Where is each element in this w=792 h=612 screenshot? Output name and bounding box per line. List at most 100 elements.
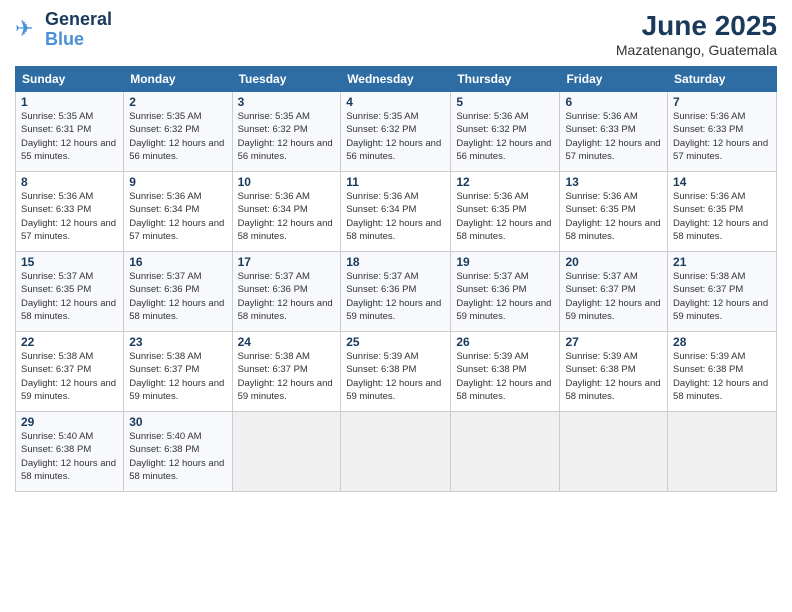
column-header-monday: Monday: [124, 67, 232, 92]
day-number: 7: [673, 95, 771, 109]
day-info: Sunrise: 5:40 AMSunset: 6:38 PMDaylight:…: [129, 430, 226, 483]
day-info: Sunrise: 5:38 AMSunset: 6:37 PMDaylight:…: [129, 350, 226, 403]
day-number: 24: [238, 335, 336, 349]
day-info: Sunrise: 5:38 AMSunset: 6:37 PMDaylight:…: [673, 270, 771, 323]
day-info: Sunrise: 5:35 AMSunset: 6:32 PMDaylight:…: [238, 110, 336, 163]
day-info: Sunrise: 5:36 AMSunset: 6:33 PMDaylight:…: [565, 110, 662, 163]
day-number: 21: [673, 255, 771, 269]
day-info: Sunrise: 5:40 AMSunset: 6:38 PMDaylight:…: [21, 430, 118, 483]
calendar-body: 1Sunrise: 5:35 AMSunset: 6:31 PMDaylight…: [16, 92, 777, 492]
day-info: Sunrise: 5:36 AMSunset: 6:34 PMDaylight:…: [238, 190, 336, 243]
week-row-4: 22Sunrise: 5:38 AMSunset: 6:37 PMDayligh…: [16, 332, 777, 412]
day-cell: [232, 412, 341, 492]
column-header-wednesday: Wednesday: [341, 67, 451, 92]
day-cell: 22Sunrise: 5:38 AMSunset: 6:37 PMDayligh…: [16, 332, 124, 412]
day-number: 13: [565, 175, 662, 189]
day-cell: 15Sunrise: 5:37 AMSunset: 6:35 PMDayligh…: [16, 252, 124, 332]
day-number: 14: [673, 175, 771, 189]
day-cell: 27Sunrise: 5:39 AMSunset: 6:38 PMDayligh…: [560, 332, 668, 412]
day-cell: 26Sunrise: 5:39 AMSunset: 6:38 PMDayligh…: [451, 332, 560, 412]
day-info: Sunrise: 5:39 AMSunset: 6:38 PMDaylight:…: [456, 350, 554, 403]
day-number: 8: [21, 175, 118, 189]
logo-text: GeneralBlue: [45, 10, 112, 50]
column-header-sunday: Sunday: [16, 67, 124, 92]
day-cell: 29Sunrise: 5:40 AMSunset: 6:38 PMDayligh…: [16, 412, 124, 492]
day-cell: 20Sunrise: 5:37 AMSunset: 6:37 PMDayligh…: [560, 252, 668, 332]
day-number: 30: [129, 415, 226, 429]
day-cell: 7Sunrise: 5:36 AMSunset: 6:33 PMDaylight…: [668, 92, 777, 172]
day-number: 12: [456, 175, 554, 189]
day-number: 16: [129, 255, 226, 269]
day-info: Sunrise: 5:35 AMSunset: 6:32 PMDaylight:…: [129, 110, 226, 163]
day-number: 22: [21, 335, 118, 349]
column-header-tuesday: Tuesday: [232, 67, 341, 92]
day-number: 11: [346, 175, 445, 189]
day-cell: 6Sunrise: 5:36 AMSunset: 6:33 PMDaylight…: [560, 92, 668, 172]
day-number: 28: [673, 335, 771, 349]
day-cell: 11Sunrise: 5:36 AMSunset: 6:34 PMDayligh…: [341, 172, 451, 252]
day-cell: 19Sunrise: 5:37 AMSunset: 6:36 PMDayligh…: [451, 252, 560, 332]
day-info: Sunrise: 5:35 AMSunset: 6:32 PMDaylight:…: [346, 110, 445, 163]
logo: ✈ GeneralBlue: [15, 10, 112, 50]
day-cell: 14Sunrise: 5:36 AMSunset: 6:35 PMDayligh…: [668, 172, 777, 252]
day-info: Sunrise: 5:36 AMSunset: 6:33 PMDaylight:…: [673, 110, 771, 163]
day-info: Sunrise: 5:39 AMSunset: 6:38 PMDaylight:…: [346, 350, 445, 403]
day-info: Sunrise: 5:36 AMSunset: 6:33 PMDaylight:…: [21, 190, 118, 243]
day-cell: [341, 412, 451, 492]
day-number: 2: [129, 95, 226, 109]
day-cell: 17Sunrise: 5:37 AMSunset: 6:36 PMDayligh…: [232, 252, 341, 332]
day-number: 18: [346, 255, 445, 269]
day-number: 10: [238, 175, 336, 189]
title-block: June 2025 Mazatenango, Guatemala: [616, 10, 777, 58]
day-info: Sunrise: 5:39 AMSunset: 6:38 PMDaylight:…: [565, 350, 662, 403]
day-cell: 21Sunrise: 5:38 AMSunset: 6:37 PMDayligh…: [668, 252, 777, 332]
day-cell: 30Sunrise: 5:40 AMSunset: 6:38 PMDayligh…: [124, 412, 232, 492]
day-info: Sunrise: 5:36 AMSunset: 6:35 PMDaylight:…: [565, 190, 662, 243]
day-number: 6: [565, 95, 662, 109]
week-row-2: 8Sunrise: 5:36 AMSunset: 6:33 PMDaylight…: [16, 172, 777, 252]
calendar-header-row: SundayMondayTuesdayWednesdayThursdayFrid…: [16, 67, 777, 92]
day-number: 29: [21, 415, 118, 429]
day-info: Sunrise: 5:36 AMSunset: 6:32 PMDaylight:…: [456, 110, 554, 163]
logo-icon: ✈: [15, 16, 43, 44]
calendar: SundayMondayTuesdayWednesdayThursdayFrid…: [15, 66, 777, 492]
day-number: 20: [565, 255, 662, 269]
day-number: 25: [346, 335, 445, 349]
day-info: Sunrise: 5:36 AMSunset: 6:34 PMDaylight:…: [346, 190, 445, 243]
day-cell: 28Sunrise: 5:39 AMSunset: 6:38 PMDayligh…: [668, 332, 777, 412]
day-number: 19: [456, 255, 554, 269]
column-header-saturday: Saturday: [668, 67, 777, 92]
column-header-thursday: Thursday: [451, 67, 560, 92]
day-cell: 24Sunrise: 5:38 AMSunset: 6:37 PMDayligh…: [232, 332, 341, 412]
day-number: 5: [456, 95, 554, 109]
day-cell: [451, 412, 560, 492]
day-info: Sunrise: 5:37 AMSunset: 6:37 PMDaylight:…: [565, 270, 662, 323]
day-cell: 18Sunrise: 5:37 AMSunset: 6:36 PMDayligh…: [341, 252, 451, 332]
month-title: June 2025: [616, 10, 777, 42]
day-info: Sunrise: 5:39 AMSunset: 6:38 PMDaylight:…: [673, 350, 771, 403]
day-info: Sunrise: 5:36 AMSunset: 6:35 PMDaylight:…: [673, 190, 771, 243]
day-cell: 5Sunrise: 5:36 AMSunset: 6:32 PMDaylight…: [451, 92, 560, 172]
day-info: Sunrise: 5:38 AMSunset: 6:37 PMDaylight:…: [238, 350, 336, 403]
day-cell: 4Sunrise: 5:35 AMSunset: 6:32 PMDaylight…: [341, 92, 451, 172]
day-info: Sunrise: 5:37 AMSunset: 6:36 PMDaylight:…: [238, 270, 336, 323]
day-cell: 13Sunrise: 5:36 AMSunset: 6:35 PMDayligh…: [560, 172, 668, 252]
day-number: 9: [129, 175, 226, 189]
day-info: Sunrise: 5:37 AMSunset: 6:36 PMDaylight:…: [129, 270, 226, 323]
day-info: Sunrise: 5:38 AMSunset: 6:37 PMDaylight:…: [21, 350, 118, 403]
day-cell: 12Sunrise: 5:36 AMSunset: 6:35 PMDayligh…: [451, 172, 560, 252]
location: Mazatenango, Guatemala: [616, 42, 777, 58]
day-number: 17: [238, 255, 336, 269]
day-number: 23: [129, 335, 226, 349]
week-row-3: 15Sunrise: 5:37 AMSunset: 6:35 PMDayligh…: [16, 252, 777, 332]
day-info: Sunrise: 5:36 AMSunset: 6:34 PMDaylight:…: [129, 190, 226, 243]
day-cell: [560, 412, 668, 492]
day-cell: 16Sunrise: 5:37 AMSunset: 6:36 PMDayligh…: [124, 252, 232, 332]
day-info: Sunrise: 5:36 AMSunset: 6:35 PMDaylight:…: [456, 190, 554, 243]
day-cell: 9Sunrise: 5:36 AMSunset: 6:34 PMDaylight…: [124, 172, 232, 252]
day-cell: 23Sunrise: 5:38 AMSunset: 6:37 PMDayligh…: [124, 332, 232, 412]
day-cell: 3Sunrise: 5:35 AMSunset: 6:32 PMDaylight…: [232, 92, 341, 172]
page-header: ✈ GeneralBlue June 2025 Mazatenango, Gua…: [15, 10, 777, 58]
day-number: 27: [565, 335, 662, 349]
day-number: 15: [21, 255, 118, 269]
